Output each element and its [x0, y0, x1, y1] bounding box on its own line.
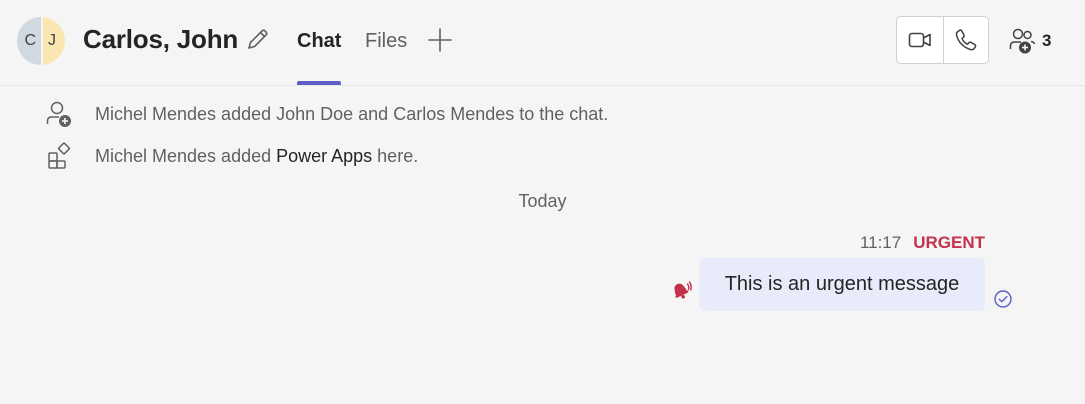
participants-count: 3 [1042, 31, 1052, 50]
group-avatar[interactable]: C J [17, 17, 65, 65]
message-bubble[interactable]: This is an urgent message [699, 258, 985, 311]
system-message-text: Michel Mendes added John Doe and Carlos … [95, 103, 609, 124]
avatar-initial-j: J [41, 17, 65, 65]
chat-header: C J Carlos, John Chat Files 3 [0, 0, 1085, 86]
date-divider: Today [518, 191, 567, 211]
participants-button[interactable]: 3 [1008, 24, 1051, 58]
tab-chat[interactable]: Chat [297, 30, 341, 53]
video-call-button[interactable] [897, 17, 943, 63]
phone-icon [955, 29, 977, 51]
avatar-initial-c: C [17, 17, 41, 65]
tab-files[interactable]: Files [365, 30, 407, 53]
pencil-icon[interactable] [243, 26, 271, 54]
urgent-label: URGENT [913, 233, 985, 252]
urgent-bell-icon [674, 281, 692, 299]
system-message-app-added: Michel Mendes added Power Apps here. [44, 141, 418, 171]
call-button-group [896, 16, 989, 64]
plus-icon[interactable] [427, 27, 453, 53]
active-tab-indicator [297, 81, 341, 85]
chat-title: Carlos, John [83, 24, 239, 54]
system-message-text: Michel Mendes added Power Apps here. [95, 145, 419, 166]
video-camera-icon [908, 32, 931, 48]
apps-icon [44, 141, 74, 171]
audio-call-button[interactable] [942, 17, 989, 63]
app-link-power-apps[interactable]: Power Apps [276, 146, 372, 166]
system-message-members-added: Michel Mendes added John Doe and Carlos … [44, 99, 608, 129]
message-meta: 11:17 URGENT [860, 233, 985, 253]
check-circle-icon [994, 290, 1012, 308]
people-add-icon [1009, 28, 1036, 54]
message-timestamp: 11:17 [859, 233, 902, 252]
message-text: This is an urgent message [724, 273, 960, 295]
person-add-icon [44, 99, 74, 129]
